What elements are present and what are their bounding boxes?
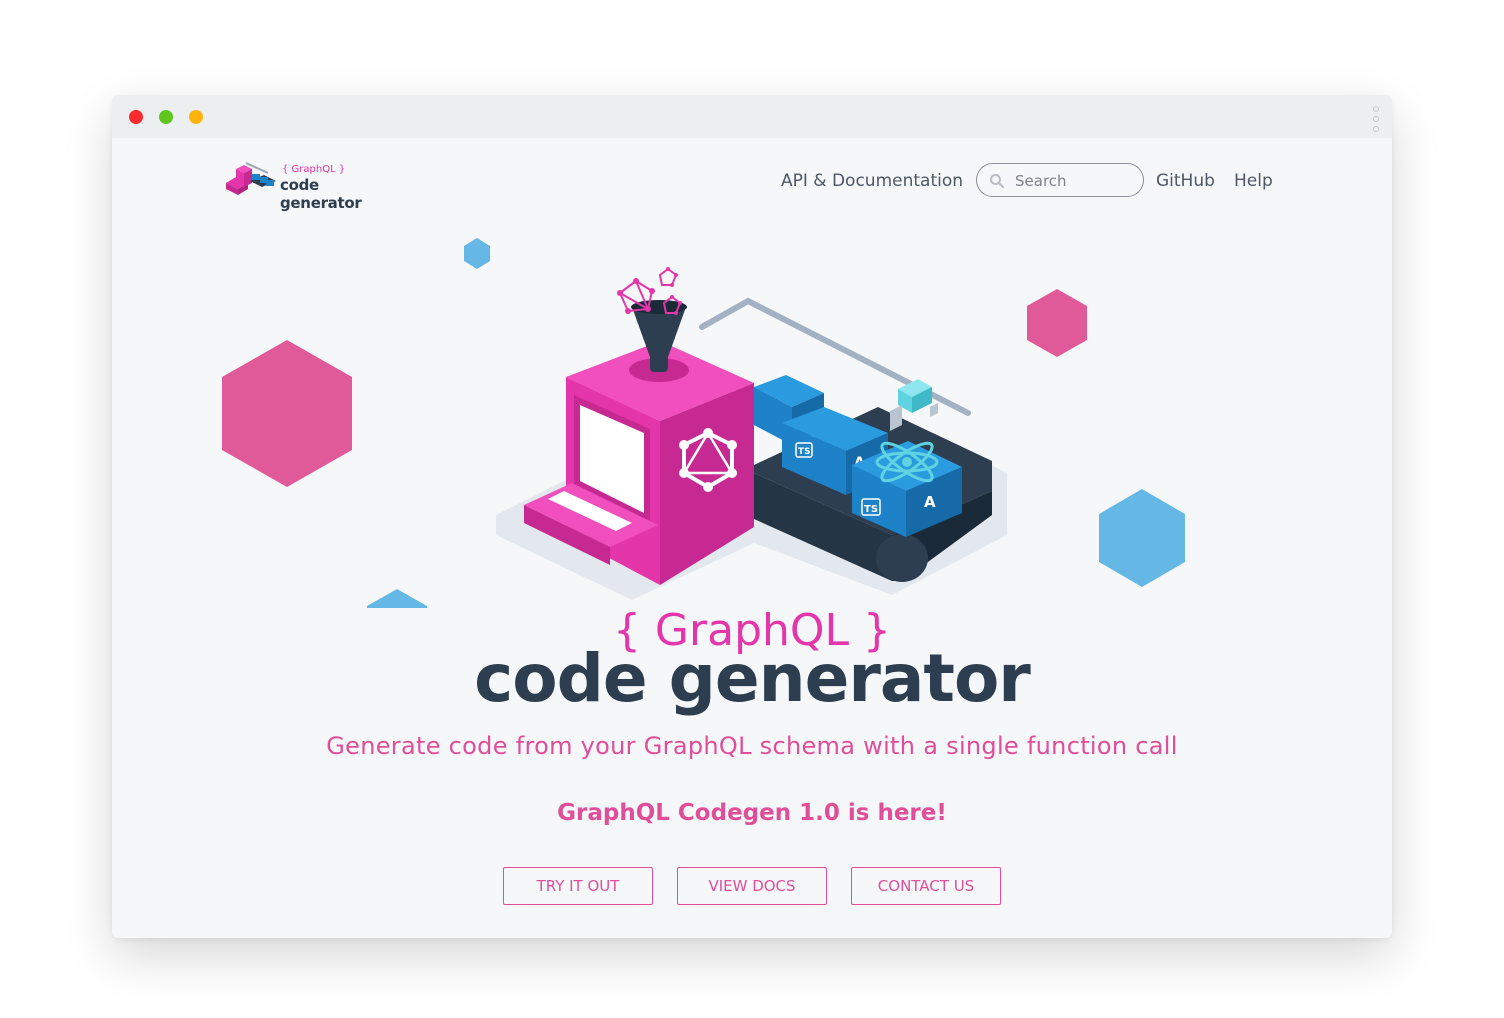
hexagon-blue-right [1099,489,1185,587]
hexagon-pink-small [1027,289,1087,357]
hero-tagline: Generate code from your GraphQL schema w… [326,732,1178,760]
hexagon-pink-large [222,340,352,487]
svg-text:TS: TS [864,504,878,515]
hero-title: code generator [474,640,1031,717]
minimize-window-button[interactable] [159,110,173,124]
hero-illustration: A TS A TS A [222,238,1185,608]
svg-text:TS: TS [798,447,811,457]
browser-window: { GraphQL } code generator API & Documen… [112,95,1392,938]
release-announcement[interactable]: GraphQL Codegen 1.0 is here! [112,800,1392,826]
maximize-window-button[interactable] [189,110,203,124]
contact-us-button[interactable]: CONTACT US [851,867,1001,905]
browser-titlebar [112,95,1392,138]
close-window-button[interactable] [129,110,143,124]
hexagon-blue-tiny [464,238,490,269]
kebab-menu-icon[interactable] [1372,104,1380,132]
view-docs-button[interactable]: VIEW DOCS [677,867,827,905]
svg-text:A: A [924,493,936,511]
try-it-out-button[interactable]: TRY IT OUT [503,867,653,905]
